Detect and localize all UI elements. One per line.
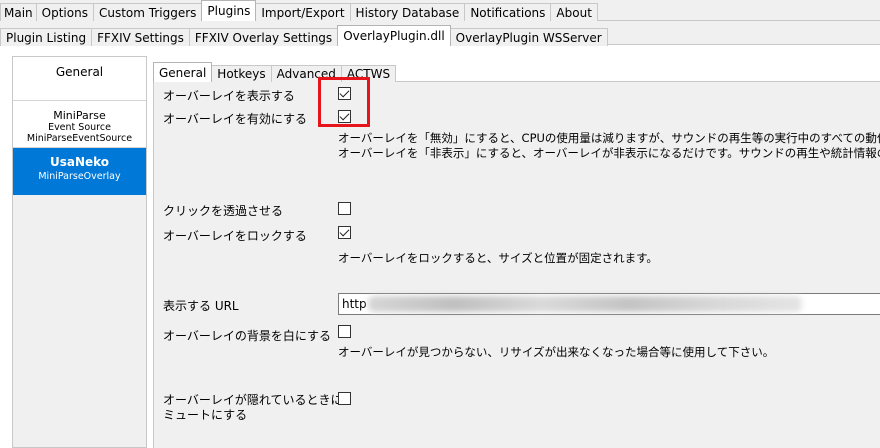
click-through-label: クリックを透過させる — [163, 204, 284, 218]
overlay-name: UsaNeko — [49, 155, 110, 169]
tab-options[interactable]: Options — [35, 3, 94, 21]
tab-hotkeys[interactable]: Hotkeys — [211, 65, 272, 82]
tab-actws[interactable]: ACTWS — [340, 65, 397, 82]
mute-when-hidden-checkbox[interactable] — [338, 392, 351, 405]
show-overlay-label: オーバーレイを表示する — [163, 89, 295, 103]
lock-overlay-checkbox[interactable] — [338, 226, 351, 239]
overlay-name: MiniParse — [53, 109, 106, 122]
tab-about[interactable]: About — [550, 3, 598, 21]
enable-overlay-description-line2: オーバーレイを「非表示」にすると、オーバーレイが非表示になるだけです。サウンドの… — [338, 146, 880, 160]
enable-overlay-label: オーバーレイを有効にする — [163, 112, 308, 126]
show-overlay-checkbox[interactable] — [338, 87, 351, 100]
tab-import-export[interactable]: Import/Export — [255, 3, 351, 21]
tab-general[interactable]: General — [153, 62, 213, 82]
overlay-type: MiniParseOverlay — [38, 171, 121, 182]
tab-plugins[interactable]: Plugins — [201, 0, 257, 21]
tab-ffxiv-settings[interactable]: FFXIV Settings — [91, 28, 190, 46]
enable-overlay-checkbox[interactable] — [338, 110, 351, 123]
overlay-type: Event Source — [48, 122, 111, 133]
tab-ffxiv-overlay-settings[interactable]: FFXIV Overlay Settings — [188, 28, 339, 46]
click-through-checkbox[interactable] — [338, 202, 351, 215]
tab-notifications[interactable]: Notifications — [464, 3, 552, 21]
tab-plugin-listing[interactable]: Plugin Listing — [0, 28, 93, 46]
white-background-description: オーバーレイが見つからない、リサイズが出来なくなった場合等に使用して下さい。 — [338, 345, 775, 359]
overlay-source: MiniParseEventSource — [26, 133, 133, 144]
overlay-list: General MiniParse Event Source MiniParse… — [12, 56, 147, 448]
url-redaction — [368, 296, 802, 312]
tab-history-database[interactable]: History Database — [349, 3, 466, 21]
tab-overlayplugin-wsserver[interactable]: OverlayPlugin WSServer — [449, 28, 608, 46]
overlay-list-item-general[interactable]: General — [13, 57, 146, 101]
lock-overlay-label: オーバーレイをロックする — [163, 229, 307, 243]
mute-when-hidden-label-line2: ミュートにする — [163, 408, 248, 422]
overlay-list-item-usaneko[interactable]: UsaNeko MiniParseOverlay — [13, 148, 146, 195]
main-tab-bar: Main Options Custom Triggers Plugins Imp… — [0, 0, 598, 21]
url-label: 表示する URL — [163, 299, 239, 313]
tab-main[interactable]: Main — [0, 3, 37, 21]
lock-overlay-description: オーバーレイをロックすると、サイズと位置が固定されます。 — [338, 251, 658, 265]
white-background-checkbox[interactable] — [338, 325, 351, 338]
white-background-label: オーバーレイの背景を白にする — [163, 329, 332, 343]
tab-advanced[interactable]: Advanced — [270, 65, 342, 82]
overlay-list-item-label: General — [55, 65, 104, 79]
overlay-settings-tab-bar: General Hotkeys Advanced ACTWS — [153, 62, 397, 82]
plugin-tab-bar: Plugin Listing FFXIV Settings FFXIV Over… — [0, 25, 608, 46]
overlay-list-item-miniparse[interactable]: MiniParse Event Source MiniParseEventSou… — [13, 101, 146, 148]
tab-overlayplugin-dll[interactable]: OverlayPlugin.dll — [337, 25, 451, 46]
url-value: http — [342, 297, 367, 311]
tab-custom-triggers[interactable]: Custom Triggers — [92, 3, 203, 21]
enable-overlay-description-line1: オーバーレイを「無効」にすると、CPUの使用量は減りますが、サウンドの再生等の実… — [338, 131, 880, 145]
